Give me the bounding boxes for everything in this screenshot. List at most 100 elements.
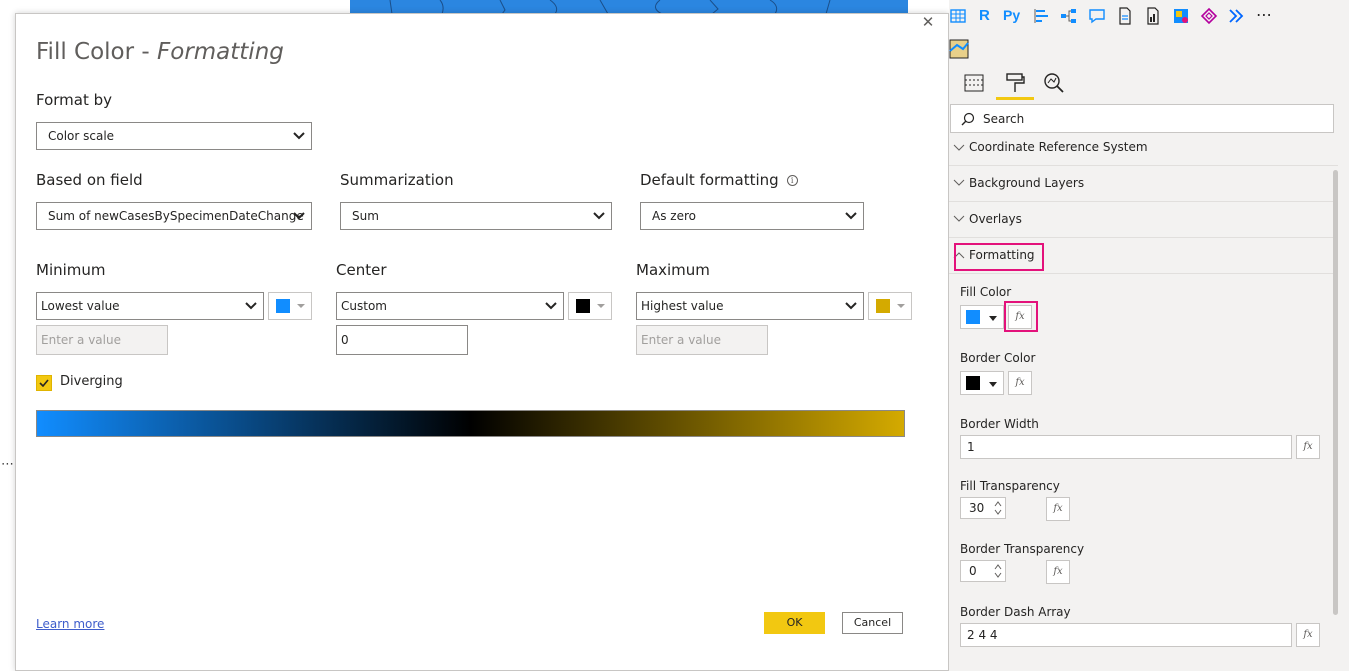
based-on-field-label: Based on field: [36, 171, 143, 189]
search-icon: [961, 112, 975, 126]
border-dash-array-input[interactable]: 2 4 4: [960, 623, 1292, 647]
border-transparency-fx-button[interactable]: fx: [1046, 560, 1070, 584]
r-visual-icon[interactable]: R: [979, 7, 990, 24]
diverging-checkbox[interactable]: [36, 375, 52, 391]
default-formatting-value: As zero: [652, 209, 696, 223]
screen: ⋯ Fill Color - Formatting ✕ Format by Co…: [0, 0, 1349, 671]
cancel-button[interactable]: Cancel: [842, 612, 903, 634]
border-color-swatch: [966, 376, 980, 390]
border-color-picker[interactable]: [960, 371, 1004, 395]
border-color-fx-button[interactable]: fx: [1008, 371, 1032, 395]
chevron-down-icon: [845, 212, 857, 220]
fill-transparency-label: Fill Transparency: [960, 479, 1060, 493]
section-overlays[interactable]: Overlays: [949, 202, 1338, 238]
color-scale-gradient: [36, 410, 905, 437]
dialog-title: Fill Color - Formatting: [36, 39, 284, 65]
fx-highlight-box: [1004, 301, 1038, 332]
minimum-color-picker[interactable]: [268, 292, 312, 320]
python-visual-icon[interactable]: Py: [1003, 7, 1020, 23]
section-label: Overlays: [969, 212, 1022, 226]
chevron-down-icon: [953, 144, 965, 151]
based-on-field-value: Sum of newCasesBySpecimenDateChange: [48, 209, 304, 223]
chevron-down-icon: [545, 302, 557, 310]
border-transparency-spinner[interactable]: 0: [960, 560, 1006, 582]
close-icon[interactable]: ✕: [919, 14, 937, 32]
caret-down-icon: [297, 304, 305, 308]
fill-transparency-fx-button[interactable]: fx: [1046, 497, 1070, 521]
power-apps-icon[interactable]: [1200, 7, 1218, 25]
center-color-swatch: [576, 299, 590, 313]
maximum-color-swatch: [876, 299, 890, 313]
fields-tab-icon[interactable]: [963, 72, 985, 94]
summarization-select[interactable]: Sum: [340, 202, 612, 230]
fill-color-picker[interactable]: [960, 305, 1004, 329]
border-width-input[interactable]: 1: [960, 435, 1292, 459]
border-width-fx-button[interactable]: fx: [1296, 435, 1320, 459]
learn-more-link[interactable]: Learn more: [36, 617, 104, 631]
fill-transparency-spinner[interactable]: 30: [960, 497, 1006, 519]
formatting-highlight-box: [954, 243, 1044, 271]
section-background-layers[interactable]: Background Layers: [949, 166, 1338, 202]
checkmark-icon: [39, 379, 49, 387]
section-coordinate-reference-system[interactable]: Coordinate Reference System: [949, 130, 1338, 166]
table-icon[interactable]: [949, 7, 967, 25]
custom-visual-icon[interactable]: [1172, 7, 1190, 25]
maximum-value: Highest value: [641, 299, 724, 313]
center-select[interactable]: Custom: [336, 292, 564, 320]
info-icon[interactable]: i: [786, 175, 798, 186]
smart-narrative-icon[interactable]: [1116, 7, 1134, 25]
chevron-down-icon: [245, 302, 257, 310]
more-icon[interactable]: ⋯: [1256, 5, 1272, 25]
minimum-color-swatch: [276, 299, 290, 313]
border-dash-array-label: Border Dash Array: [960, 605, 1071, 619]
visualizations-pane: R Py ⋯ Search Coordinate Reference Syste…: [949, 0, 1349, 671]
diverging-label: Diverging: [60, 374, 123, 389]
chevron-down-icon: [953, 179, 965, 186]
chevron-down-icon: [845, 302, 857, 310]
caret-down-icon: [989, 382, 997, 387]
analytics-magnifier-icon[interactable]: [1043, 72, 1065, 94]
paginated-report-icon[interactable]: [1144, 7, 1162, 25]
format-by-select[interactable]: Color scale: [36, 122, 312, 150]
border-width-label: Border Width: [960, 417, 1039, 431]
search-placeholder: Search: [983, 112, 1025, 126]
ok-button[interactable]: OK: [764, 612, 825, 634]
more-options-icon[interactable]: ⋯: [1, 456, 15, 472]
key-influencers-icon[interactable]: [1033, 7, 1051, 25]
format-by-label: Format by: [36, 91, 113, 109]
border-transparency-label: Border Transparency: [960, 542, 1085, 556]
maximum-value-input[interactable]: Enter a value: [636, 325, 768, 355]
based-on-field-select[interactable]: Sum of newCasesBySpecimenDateChange: [36, 202, 312, 230]
map-visual-background: [350, 0, 908, 14]
search-input[interactable]: Search: [950, 104, 1334, 133]
chevron-down-icon: [953, 215, 965, 222]
qa-icon[interactable]: [1088, 7, 1106, 25]
minimum-select[interactable]: Lowest value: [36, 292, 264, 320]
format-paint-roller-icon[interactable]: [1004, 72, 1026, 94]
fill-transparency-value: 30: [969, 501, 985, 515]
maximum-select[interactable]: Highest value: [636, 292, 864, 320]
chevron-down-icon: [293, 132, 305, 140]
map-visual-icon[interactable]: [949, 39, 969, 59]
default-formatting-label: Default formatting i: [640, 171, 798, 189]
pane-scrollbar[interactable]: [1333, 170, 1338, 615]
minimum-value-input[interactable]: Enter a value: [36, 325, 168, 355]
conditional-formatting-dialog: Fill Color - Formatting ✕ Format by Colo…: [15, 13, 949, 671]
caret-down-icon: [897, 304, 905, 308]
minimum-value: Lowest value: [41, 299, 120, 313]
caret-down-icon: [989, 316, 997, 321]
maximum-color-picker[interactable]: [868, 292, 912, 320]
center-value: Custom: [341, 299, 387, 313]
format-by-value: Color scale: [48, 129, 115, 143]
spinner-arrows-icon[interactable]: [993, 499, 1003, 517]
spinner-arrows-icon[interactable]: [993, 562, 1003, 580]
center-value-input[interactable]: 0: [336, 325, 468, 355]
border-color-label: Border Color: [960, 351, 1036, 365]
power-automate-icon[interactable]: [1228, 7, 1246, 25]
chevron-down-icon: [593, 212, 605, 220]
decomposition-tree-icon[interactable]: [1060, 7, 1078, 25]
fill-color-label: Fill Color: [960, 285, 1012, 299]
border-dash-array-fx-button[interactable]: fx: [1296, 623, 1320, 647]
center-color-picker[interactable]: [568, 292, 612, 320]
default-formatting-select[interactable]: As zero: [640, 202, 864, 230]
